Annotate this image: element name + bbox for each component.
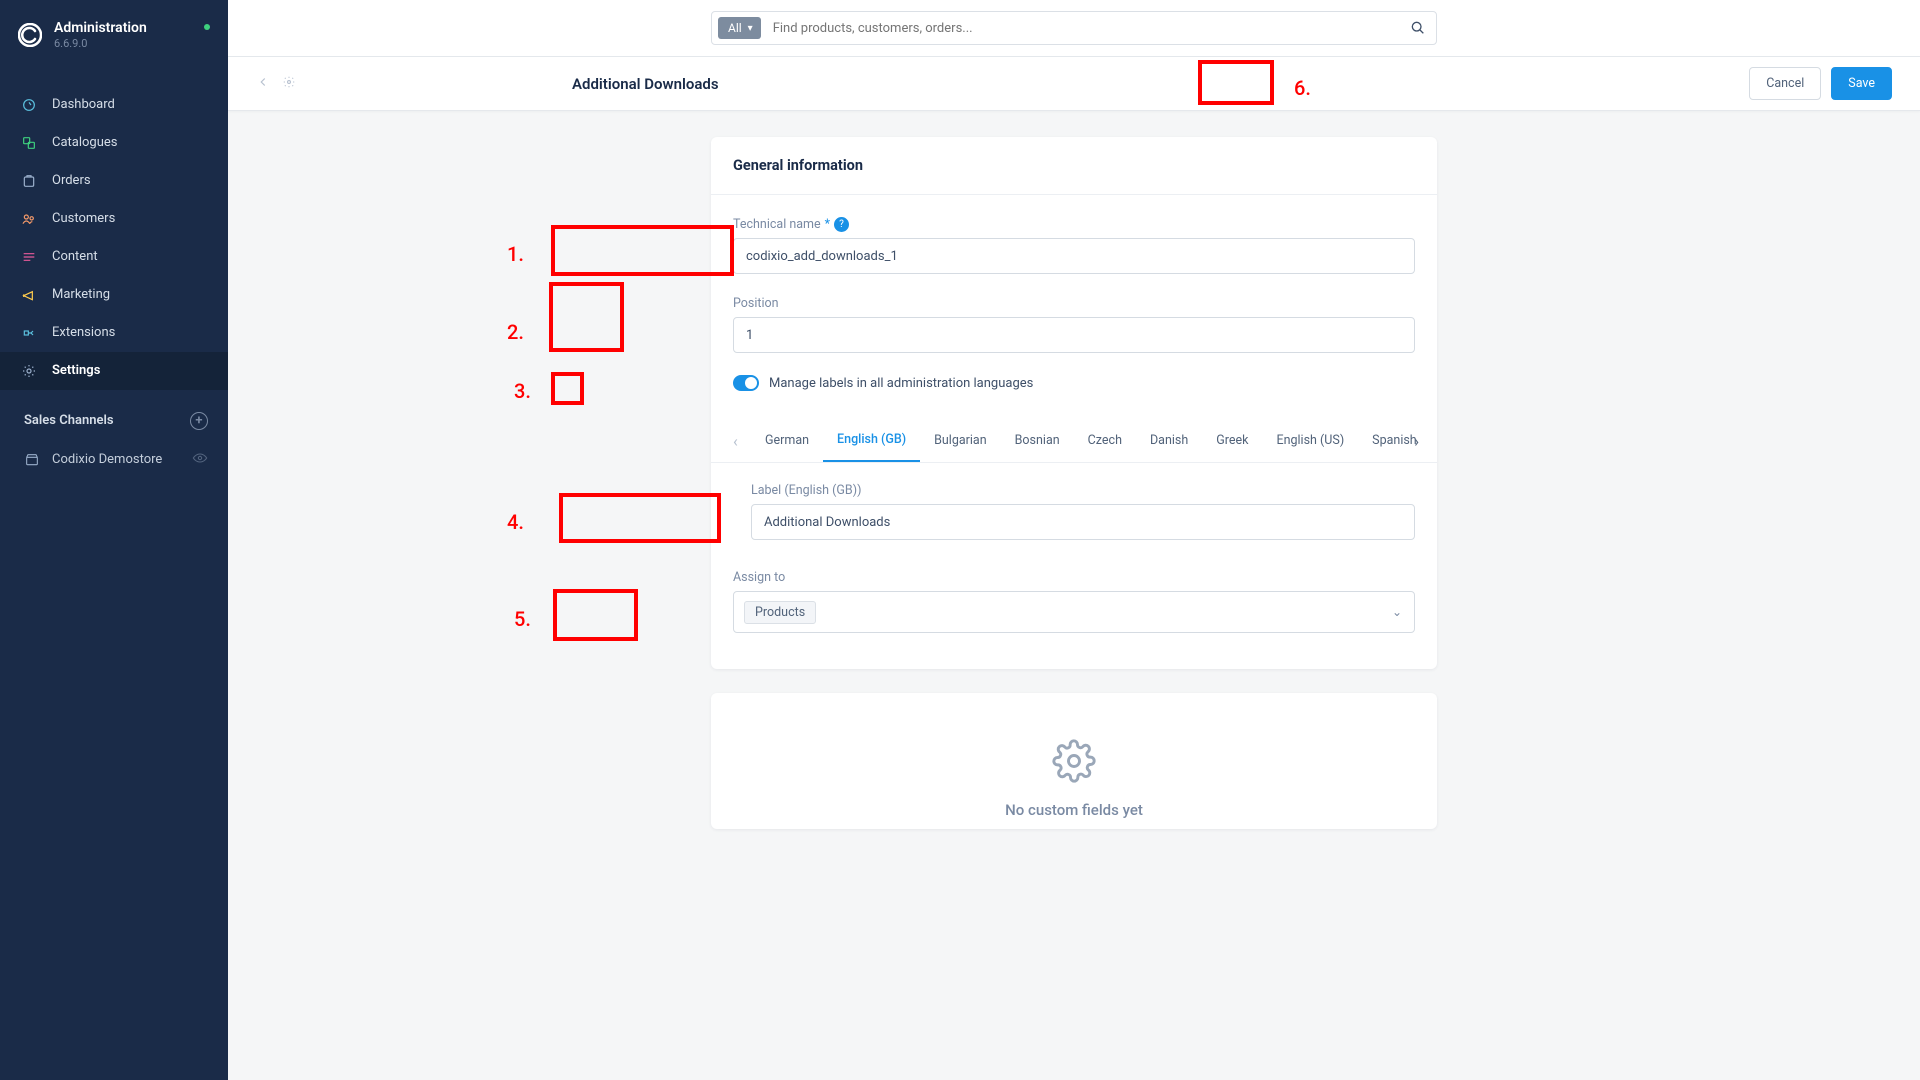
sales-channel-item[interactable]: Codixio Demostore [24, 446, 208, 474]
nav-icon [20, 362, 38, 380]
position-input[interactable] [733, 317, 1415, 353]
add-sales-channel-button[interactable]: + [190, 412, 208, 430]
gear-icon[interactable] [282, 74, 296, 93]
card-header: General information [711, 137, 1437, 195]
toggle-label: Manage labels in all administration lang… [769, 376, 1033, 391]
nav-label: Dashboard [52, 97, 115, 112]
content-area: General information Technical name * ? P… [228, 111, 1920, 1080]
save-button[interactable]: Save [1831, 67, 1892, 100]
nav-icon [20, 96, 38, 114]
lang-tab[interactable]: Bosnian [1001, 419, 1074, 462]
cancel-button[interactable]: Cancel [1749, 67, 1821, 100]
help-icon[interactable]: ? [834, 217, 849, 232]
empty-state-text: No custom fields yet [731, 801, 1417, 819]
status-indicator-icon [204, 24, 210, 30]
topbar: All ▾ [228, 0, 1920, 57]
nav-label: Extensions [52, 325, 115, 340]
sidebar-version: 6.6.9.0 [54, 37, 147, 50]
technical-name-label: Technical name [733, 217, 821, 232]
position-label: Position [733, 296, 779, 311]
nav-label: Customers [52, 211, 115, 226]
nav-label: Settings [52, 363, 100, 378]
nav-item-catalogues[interactable]: Catalogues [0, 124, 228, 162]
page-header-bar: Additional Downloads Cancel Save [228, 57, 1920, 111]
lang-prev-icon[interactable]: ‹ [727, 425, 744, 456]
search-input[interactable] [761, 21, 1400, 36]
nav-icon [20, 248, 38, 266]
nav-label: Orders [52, 173, 91, 188]
manage-labels-toggle[interactable] [733, 375, 759, 391]
lang-tab[interactable]: English (GB) [823, 419, 920, 462]
nav-item-extensions[interactable]: Extensions [0, 314, 228, 352]
assign-to-tag: Products [744, 601, 816, 624]
nav-label: Catalogues [52, 135, 118, 150]
gear-icon [731, 739, 1417, 787]
nav-icon [20, 134, 38, 152]
sales-channels-header: Sales Channels [24, 413, 114, 428]
label-field-label: Label (English (GB)) [751, 483, 861, 498]
assign-to-label: Assign to [733, 570, 785, 585]
chevron-down-icon: ⌄ [1392, 605, 1402, 619]
nav-item-dashboard[interactable]: Dashboard [0, 86, 228, 124]
nav-item-settings[interactable]: Settings [0, 352, 228, 390]
nav-item-customers[interactable]: Customers [0, 200, 228, 238]
assign-to-select[interactable]: Products ⌄ [733, 591, 1415, 633]
storefront-icon [24, 452, 40, 468]
visibility-icon[interactable] [192, 450, 208, 470]
nav-item-orders[interactable]: Orders [0, 162, 228, 200]
nav-label: Marketing [52, 287, 110, 302]
lang-tab[interactable]: Danish [1136, 419, 1202, 462]
lang-tab[interactable]: Greek [1202, 419, 1262, 462]
lang-tab[interactable]: Bulgarian [920, 419, 1001, 462]
nav-icon [20, 286, 38, 304]
global-search[interactable]: All ▾ [711, 11, 1437, 45]
custom-fields-empty-card: No custom fields yet [711, 693, 1437, 829]
lang-tab[interactable]: German [751, 419, 823, 462]
sidebar-title: Administration [54, 20, 147, 37]
nav-icon [20, 210, 38, 228]
lang-next-icon[interactable]: › [1408, 425, 1425, 456]
label-input[interactable] [751, 504, 1415, 540]
search-scope-dropdown[interactable]: All ▾ [718, 17, 761, 39]
lang-tab[interactable]: Fin [1431, 419, 1437, 462]
sidebar-header: Administration 6.6.9.0 [0, 14, 228, 68]
lang-tab[interactable]: Czech [1074, 419, 1136, 462]
general-info-card: General information Technical name * ? P… [711, 137, 1437, 669]
search-icon[interactable] [1410, 20, 1426, 40]
app-logo-icon [18, 23, 42, 47]
page-title: Additional Downloads [572, 75, 1749, 93]
search-scope-label: All [728, 21, 742, 35]
lang-tab[interactable]: English (US) [1262, 419, 1358, 462]
chevron-down-icon: ▾ [748, 23, 753, 34]
channel-label: Codixio Demostore [52, 452, 162, 467]
required-indicator: * [825, 217, 830, 232]
nav-icon [20, 172, 38, 190]
sidebar: Administration 6.6.9.0 Dashboard Catalogu… [0, 0, 228, 1080]
nav-icon [20, 324, 38, 342]
nav-label: Content [52, 249, 98, 264]
language-tabs: ‹ GermanEnglish (GB)BulgarianBosnianCzec… [711, 419, 1437, 463]
back-icon[interactable] [256, 74, 270, 93]
nav-item-content[interactable]: Content [0, 238, 228, 276]
nav-item-marketing[interactable]: Marketing [0, 276, 228, 314]
technical-name-input[interactable] [733, 238, 1415, 274]
